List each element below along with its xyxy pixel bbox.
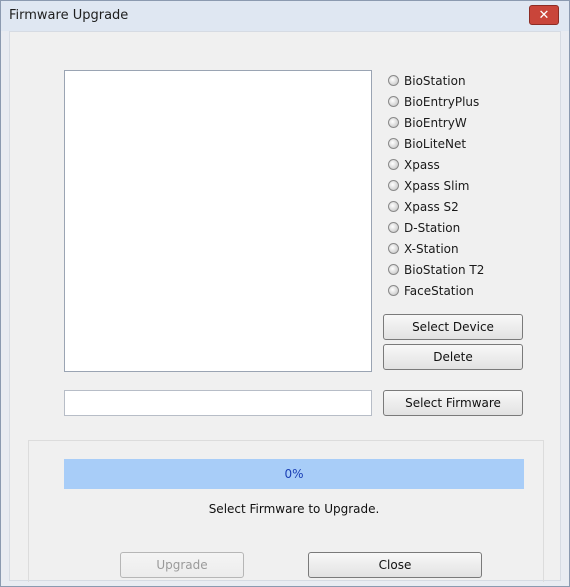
radio-label: FaceStation [404, 283, 474, 298]
firmware-path-field[interactable] [64, 390, 372, 416]
radio-label: X-Station [404, 241, 459, 256]
device-list-box[interactable] [64, 70, 372, 372]
radio-bioentryplus[interactable]: BioEntryPlus [388, 91, 484, 112]
radio-button-icon[interactable] [388, 285, 399, 296]
firmware-upgrade-window: Firmware Upgrade ✕ BioStation BioEntryPl… [0, 0, 570, 587]
radio-label: Xpass S2 [404, 199, 459, 214]
close-window-button[interactable]: ✕ [529, 5, 559, 25]
radio-button-icon[interactable] [388, 201, 399, 212]
select-device-button[interactable]: Select Device [383, 314, 523, 340]
radio-label: BioEntryW [404, 115, 467, 130]
radio-biolitenet[interactable]: BioLiteNet [388, 133, 484, 154]
radio-button-icon[interactable] [388, 222, 399, 233]
upgrade-progress-bar: 0% [64, 459, 524, 489]
progress-percent-label: 0% [284, 467, 304, 481]
radio-label: D-Station [404, 220, 461, 235]
delete-button[interactable]: Delete [383, 344, 523, 370]
close-button[interactable]: Close [308, 552, 482, 578]
device-type-radio-group: BioStation BioEntryPlus BioEntryW BioLit… [388, 70, 484, 301]
radio-button-icon[interactable] [388, 75, 399, 86]
radio-button-icon[interactable] [388, 180, 399, 191]
radio-label: Xpass [404, 157, 440, 172]
radio-biostation[interactable]: BioStation [388, 70, 484, 91]
radio-xpass-s2[interactable]: Xpass S2 [388, 196, 484, 217]
radio-xpass-slim[interactable]: Xpass Slim [388, 175, 484, 196]
status-message: Select Firmware to Upgrade. [208, 502, 380, 516]
radio-biostation-t2[interactable]: BioStation T2 [388, 259, 484, 280]
radio-label: Xpass Slim [404, 178, 470, 193]
radio-button-icon[interactable] [388, 243, 399, 254]
radio-button-icon[interactable] [388, 138, 399, 149]
upgrade-button[interactable]: Upgrade [120, 552, 244, 578]
title-bar: Firmware Upgrade ✕ [1, 1, 569, 31]
radio-bioentryw[interactable]: BioEntryW [388, 112, 484, 133]
radio-label: BioLiteNet [404, 136, 467, 151]
select-firmware-button[interactable]: Select Firmware [383, 390, 523, 416]
radio-xpass[interactable]: Xpass [388, 154, 484, 175]
radio-facestation[interactable]: FaceStation [388, 280, 484, 301]
radio-button-icon[interactable] [388, 117, 399, 128]
radio-d-station[interactable]: D-Station [388, 217, 484, 238]
radio-button-icon[interactable] [388, 159, 399, 170]
radio-label: BioStation [404, 73, 466, 88]
window-title: Firmware Upgrade [9, 8, 129, 23]
radio-label: BioEntryPlus [404, 94, 480, 109]
radio-button-icon[interactable] [388, 264, 399, 275]
radio-label: BioStation T2 [404, 262, 485, 277]
dialog-client-area: BioStation BioEntryPlus BioEntryW BioLit… [9, 31, 561, 582]
radio-x-station[interactable]: X-Station [388, 238, 484, 259]
radio-button-icon[interactable] [388, 96, 399, 107]
